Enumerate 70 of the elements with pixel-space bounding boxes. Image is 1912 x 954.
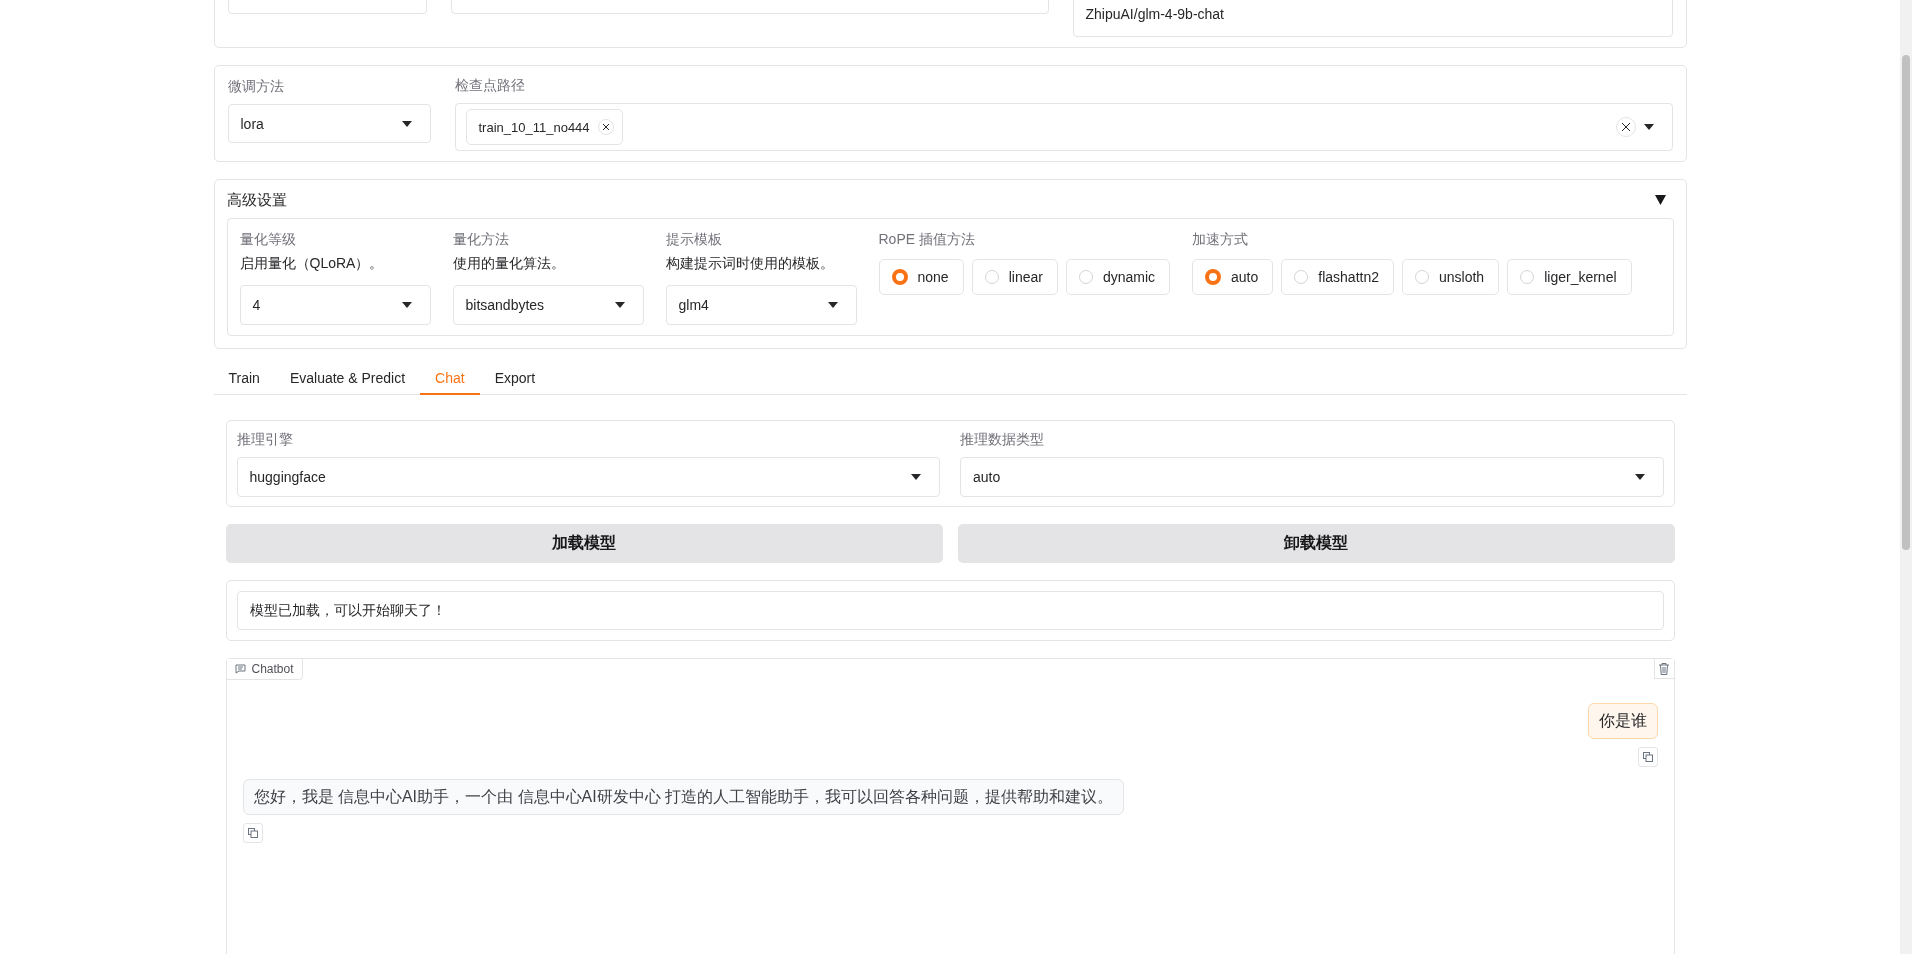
radio-label: dynamic — [1102, 269, 1156, 285]
chip-label: train_10_11_no444 — [478, 119, 590, 135]
dropdown-arrow-icon — [1634, 474, 1645, 480]
user-message: 你是谁 — [1587, 703, 1658, 739]
dropdown[interactable]: glm4 — [665, 285, 857, 325]
status-field: 模型已加载，可以开始聊天了！ — [236, 591, 1664, 630]
field-info: 使用的量化算法。 — [452, 255, 566, 273]
checkpoint-select[interactable]: train_10_11_no444 — [454, 103, 1673, 151]
field-label: 提示模板 — [665, 231, 723, 249]
radio-option[interactable]: flashattn2 — [1281, 259, 1394, 295]
radio-button[interactable] — [1294, 270, 1309, 284]
radio-button[interactable] — [1415, 270, 1429, 284]
field-label: 检查点路径 — [454, 77, 526, 95]
field-label: 推理数据类型 — [960, 431, 1045, 449]
copy-button[interactable] — [1637, 747, 1658, 767]
radio-option[interactable]: unsloth — [1402, 259, 1500, 295]
field-label: 量化等级 — [239, 231, 297, 249]
chatbot-label: Chatbot — [251, 662, 294, 676]
section-title: 高级设置 — [226, 190, 287, 210]
radio-button[interactable] — [984, 270, 999, 284]
field-label: RoPE 插值方法 — [878, 231, 976, 249]
radio-button[interactable] — [891, 269, 908, 285]
radio-option[interactable]: none — [878, 259, 964, 295]
dropdown[interactable]: auto — [960, 457, 1664, 497]
scrollbar[interactable] — [1900, 0, 1912, 954]
copy-icon — [1642, 752, 1653, 762]
radio-option[interactable]: dynamic — [1065, 259, 1171, 295]
dropdown-arrow-icon — [827, 302, 838, 308]
assistant-message: 您好，我是 信息中心AI助手，一个由 信息中心AI研发中心 打造的人工智能助手，我可以回答各种问题，提供帮助和建议。 — [242, 779, 1125, 815]
radio-label: auto — [1231, 269, 1259, 285]
chat-icon — [234, 664, 246, 674]
model-path-field[interactable]: ZhipuAI/glm-4-9b-chat — [1072, 0, 1673, 37]
dropdown[interactable]: lora — [227, 104, 431, 143]
radio-label: flashattn2 — [1318, 269, 1379, 285]
checkpoint-chip[interactable]: train_10_11_no444 — [465, 109, 623, 145]
copy-button[interactable] — [242, 823, 263, 843]
dropdown-arrow-icon — [614, 302, 625, 308]
radio-label: unsloth — [1439, 269, 1485, 285]
close-icon — [1621, 123, 1630, 131]
action-button[interactable]: 卸载模型 — [957, 524, 1675, 563]
tab[interactable]: Export — [479, 364, 551, 395]
field-label: 微调方法 — [227, 78, 285, 96]
tab[interactable]: Train — [213, 364, 275, 395]
trash-icon — [1659, 662, 1669, 675]
dropdown-arrow-icon — [401, 302, 412, 308]
field-info: 构建提示词时使用的模板。 — [665, 255, 835, 273]
copy-icon — [247, 828, 258, 838]
dropdown[interactable]: bitsandbytes — [452, 285, 644, 325]
field-label: 推理引擎 — [236, 431, 294, 449]
radio-option[interactable]: linear — [971, 259, 1058, 295]
radio-button[interactable] — [1520, 270, 1535, 284]
triangle-icon[interactable] — [1654, 195, 1666, 205]
field-label: 加速方式 — [1192, 231, 1250, 249]
dropdown[interactable]: huggingface — [236, 457, 940, 497]
dropdown-arrow-icon — [911, 474, 921, 480]
radio-label: liger_kernel — [1544, 269, 1617, 285]
radio-option[interactable]: liger_kernel — [1507, 259, 1632, 295]
dropdown[interactable]: 4 — [239, 285, 431, 325]
radio-label: linear — [1008, 269, 1043, 285]
dropdown-arrow-icon — [1643, 124, 1654, 130]
radio-label: none — [917, 269, 949, 285]
dropdown-arrow-icon — [401, 120, 412, 127]
radio-option[interactable]: auto — [1192, 259, 1274, 295]
radio-button[interactable] — [1205, 269, 1222, 285]
field-label: 量化方法 — [452, 231, 510, 249]
radio-button[interactable] — [1078, 270, 1093, 284]
tab[interactable]: Evaluate & Predict — [274, 364, 421, 395]
close-icon — [602, 124, 609, 130]
field-info: 启用量化（QLoRA）。 — [239, 255, 385, 273]
action-button[interactable]: 加载模型 — [225, 524, 943, 563]
